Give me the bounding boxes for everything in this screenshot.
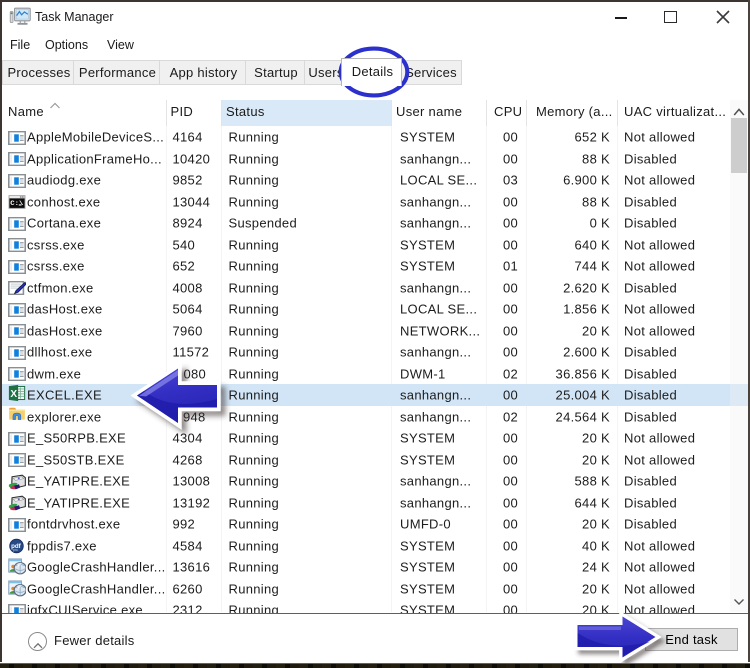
svg-text:C:\: C:\ [11, 201, 24, 209]
svg-text:pro: pro [13, 548, 18, 552]
svg-text:X: X [11, 389, 18, 400]
